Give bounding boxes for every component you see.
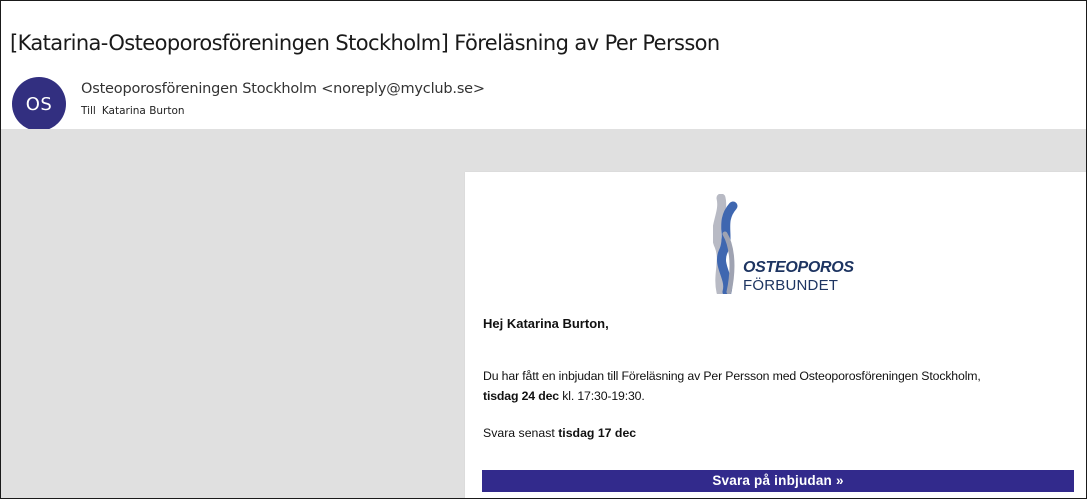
greeting: Hej Katarina Burton, [483, 316, 609, 331]
respond-to-invitation-button[interactable]: Svara på inbjudan » [482, 470, 1074, 492]
osteoporos-logo: OSTEOPOROS FÖRBUNDET [713, 194, 873, 294]
reply-deadline-line: Svara senast tisdag 17 dec [483, 426, 636, 440]
invitation-paragraph: Du har fått en inbjudan till Föreläsning… [483, 366, 1083, 406]
sender-avatar[interactable]: OS [12, 77, 66, 131]
sender-initials: OS [25, 93, 53, 115]
logo-title: OSTEOPOROS [743, 259, 854, 276]
invite-text: Du har fått en inbjudan till Föreläsning… [483, 369, 981, 383]
event-time: kl. 17:30-19:30. [562, 389, 645, 403]
email-window: [Katarina-Osteoporosföreningen Stockholm… [0, 0, 1087, 499]
recipient-line: Till Katarina Burton [81, 105, 185, 117]
event-date: tisdag 24 dec [483, 389, 559, 403]
reply-prefix: Svara senast [483, 426, 555, 440]
logo-subtitle: FÖRBUNDET [743, 277, 839, 294]
recipient-name[interactable]: Katarina Burton [102, 105, 185, 117]
to-label: Till [81, 105, 96, 117]
message-card: OSTEOPOROS FÖRBUNDET Hej Katarina Burton… [465, 172, 1086, 498]
reply-deadline: tisdag 17 dec [558, 426, 637, 440]
sender-address[interactable]: Osteoporosföreningen Stockholm <noreply@… [81, 81, 485, 97]
email-subject: [Katarina-Osteoporosföreningen Stockholm… [10, 31, 720, 55]
